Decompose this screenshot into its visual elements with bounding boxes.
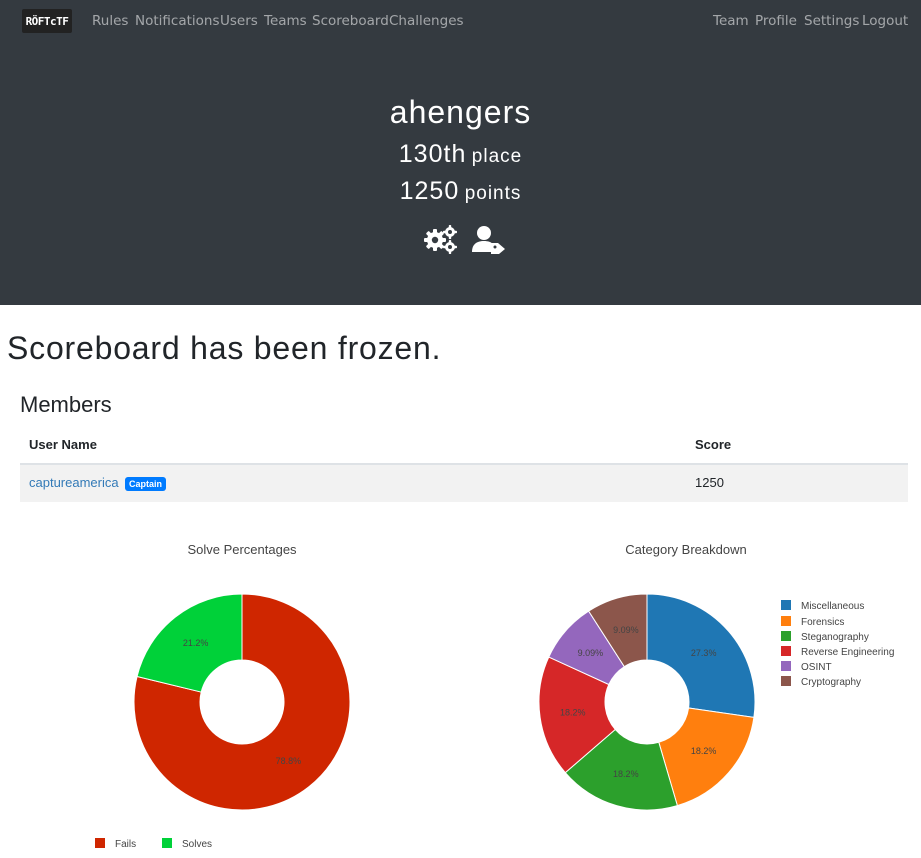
member-score: 1250	[695, 475, 724, 490]
legend-item[interactable]: Forensics	[781, 616, 844, 628]
legend-item[interactable]: Miscellaneous	[781, 600, 864, 612]
slice-label: 18.2%	[560, 708, 586, 718]
scoreboard-frozen-message: Scoreboard has been frozen.	[7, 330, 442, 366]
legend-swatch	[781, 600, 791, 610]
legend-swatch	[781, 616, 791, 626]
slice-label: 21.2%	[183, 638, 209, 648]
column-header-score: Score	[695, 437, 732, 452]
legend-label: Steganography	[801, 632, 869, 643]
team-header: RÖFTcTF Rules Notifications Users Teams …	[0, 0, 921, 305]
team-name: ahengers	[389, 94, 532, 130]
place-label: place	[471, 146, 523, 167]
nav-logout[interactable]: Logout	[862, 13, 908, 29]
nav-settings[interactable]: Settings	[804, 13, 859, 29]
legend-item[interactable]: Fails	[95, 838, 136, 850]
points-value: 1250	[399, 177, 460, 205]
nav-notifications[interactable]: Notifications	[135, 13, 220, 29]
nav-users[interactable]: Users	[220, 13, 258, 29]
slice-label: 78.8%	[276, 756, 302, 766]
legend-item[interactable]: Solves	[162, 838, 212, 850]
legend-item[interactable]: Reverse Engineering	[781, 646, 894, 658]
settings-icon[interactable]	[422, 224, 458, 254]
nav-rules[interactable]: Rules	[92, 13, 128, 29]
legend-swatch	[781, 646, 791, 656]
legend-swatch	[95, 838, 105, 848]
members-heading: Members	[20, 392, 112, 417]
slice-label: 9.09%	[578, 648, 604, 658]
legend-swatch	[781, 661, 791, 671]
nav-challenges[interactable]: Challenges	[389, 13, 464, 29]
legend-item[interactable]: Cryptography	[781, 676, 861, 688]
site-logo[interactable]: RÖFTcTF	[22, 9, 72, 33]
legend-label: Miscellaneous	[801, 601, 865, 612]
column-header-user-name: User Name	[29, 437, 97, 452]
legend-label: Solves	[182, 839, 213, 850]
solve-percentages-title: Solve Percentages	[187, 542, 297, 557]
team-place: 130th place	[0, 140, 921, 169]
slice-label: 18.2%	[691, 746, 717, 756]
place-value: 130th	[398, 140, 467, 168]
legend-label: Cryptography	[801, 677, 862, 688]
solve-percentages-chart: 78.8% 21.2%	[133, 593, 351, 811]
slice-label: 18.2%	[613, 769, 639, 779]
legend-label: Fails	[115, 839, 137, 850]
legend-swatch	[781, 631, 791, 641]
legend-label: Reverse Engineering	[801, 647, 895, 658]
legend-label: Forensics	[801, 617, 845, 628]
points-label: points	[464, 183, 522, 204]
nav-scoreboard[interactable]: Scoreboard	[312, 13, 389, 29]
slice-label: 9.09%	[613, 625, 639, 635]
nav-teams[interactable]: Teams	[264, 13, 307, 29]
nav-team[interactable]: Team	[713, 13, 749, 29]
category-breakdown-title: Category Breakdown	[625, 542, 747, 557]
member-name-link[interactable]: captureamerica	[29, 475, 119, 490]
navbar: RÖFTcTF Rules Notifications Users Teams …	[0, 0, 921, 42]
category-breakdown-chart: 27.3% 18.2% 18.2% 18.2% 9.09% 9.09%	[538, 593, 756, 811]
legend-swatch	[781, 676, 791, 686]
table-row: captureamerica Captain 1250	[20, 465, 908, 502]
user-tag-icon[interactable]	[470, 224, 506, 254]
legend-item[interactable]: Steganography	[781, 631, 869, 643]
nav-profile[interactable]: Profile	[755, 13, 797, 29]
slice-label: 27.3%	[691, 648, 717, 658]
captain-badge: Captain	[125, 477, 167, 491]
legend-label: OSINT	[801, 662, 832, 673]
legend-swatch	[162, 838, 172, 848]
legend-item[interactable]: OSINT	[781, 661, 832, 673]
team-points: 1250 points	[0, 177, 921, 206]
